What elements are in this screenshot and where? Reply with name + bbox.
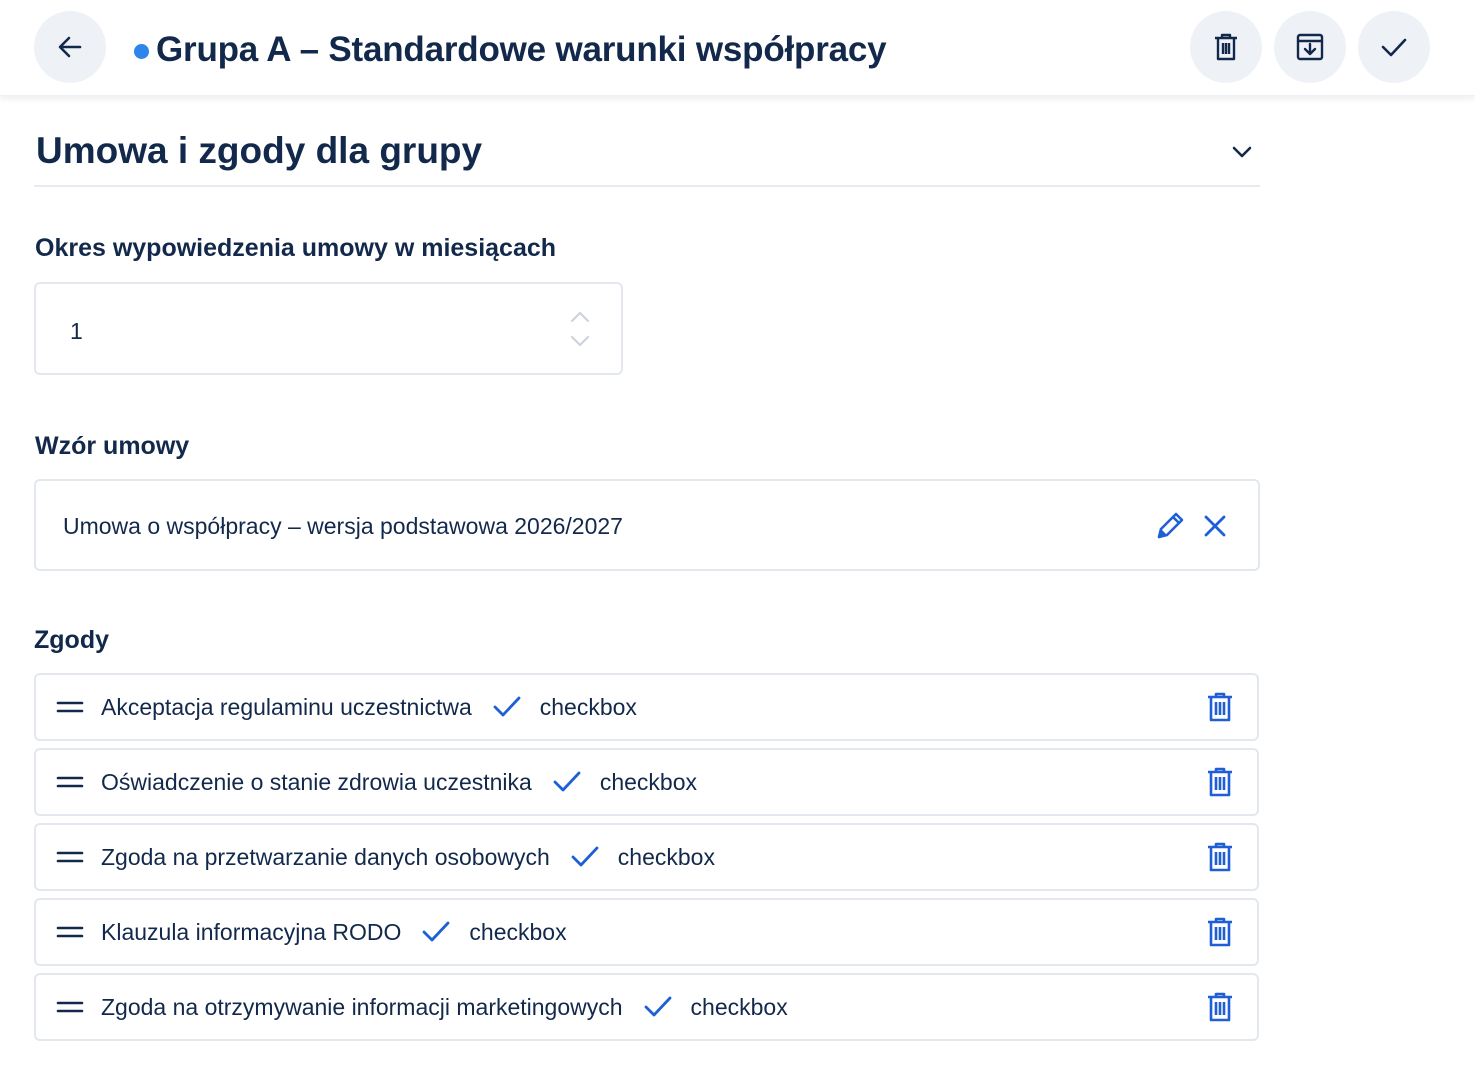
close-icon[interactable]: [1200, 511, 1230, 541]
consent-type: checkbox: [469, 918, 567, 945]
consent-content: Zgoda na otrzymywanie informacji marketi…: [101, 975, 788, 1039]
chevron-down-icon[interactable]: [1228, 138, 1256, 166]
consent-row[interactable]: Akceptacja regulaminu uczestnictwa check…: [34, 673, 1259, 741]
confirm-button[interactable]: [1358, 11, 1430, 83]
top-bar: Grupa A – Standardowe warunki współpracy: [0, 0, 1475, 96]
page-title-group: Grupa A – Standardowe warunki współpracy: [134, 28, 887, 72]
number-stepper[interactable]: [567, 308, 593, 350]
consent-row[interactable]: Zgoda na przetwarzanie danych osobowych …: [34, 823, 1259, 891]
drag-handle-icon[interactable]: [56, 997, 84, 1017]
back-button[interactable]: [34, 11, 106, 83]
consent-label: Zgoda na otrzymywanie informacji marketi…: [101, 993, 623, 1020]
consent-content: Klauzula informacyjna RODO checkbox: [101, 900, 567, 964]
consent-label: Zgoda na przetwarzanie danych osobowych: [101, 843, 550, 870]
check-icon: [493, 696, 521, 717]
check-icon: [553, 771, 581, 792]
stepper-up-icon: [570, 311, 590, 323]
stepper-down-icon: [570, 335, 590, 347]
contract-template-label: Wzór umowy: [35, 432, 190, 460]
pencil-icon[interactable]: [1153, 509, 1187, 543]
arrow-left-icon: [58, 36, 82, 58]
section-header[interactable]: Umowa i zgody dla grupy: [34, 120, 1260, 187]
drag-handle-icon[interactable]: [56, 922, 84, 942]
delete-button[interactable]: [1190, 11, 1262, 83]
contract-template-field[interactable]: Umowa o współpracy – wersja podstawowa 2…: [34, 479, 1260, 571]
page-title: Grupa A – Standardowe warunki współpracy: [156, 30, 887, 69]
check-icon: [1381, 38, 1407, 57]
drag-handle-icon[interactable]: [56, 772, 84, 792]
consent-content: Akceptacja regulaminu uczestnictwa check…: [101, 675, 637, 739]
consent-label: Klauzula informacyjna RODO: [101, 918, 402, 945]
consent-row[interactable]: Zgoda na otrzymywanie informacji marketi…: [34, 973, 1259, 1041]
archive-download-icon: [1296, 33, 1324, 61]
consent-type: checkbox: [599, 768, 697, 795]
archive-button[interactable]: [1274, 11, 1346, 83]
contract-template-value: Umowa o współpracy – wersja podstawowa 2…: [63, 513, 623, 539]
consent-content: Zgoda na przetwarzanie danych osobowych …: [101, 825, 715, 889]
notice-period-field[interactable]: [34, 282, 623, 375]
drag-handle-icon[interactable]: [56, 697, 84, 717]
section-title: Umowa i zgody dla grupy: [36, 130, 483, 171]
trash-icon[interactable]: [1205, 916, 1235, 948]
check-icon: [644, 996, 671, 1017]
consent-content: Oświadczenie o stanie zdrowia uczestnika…: [101, 750, 697, 814]
consents-label: Zgody: [34, 626, 109, 654]
consent-label: Oświadczenie o stanie zdrowia uczestnika: [101, 768, 532, 795]
consent-row[interactable]: Oświadczenie o stanie zdrowia uczestnika…: [34, 748, 1259, 816]
consent-label: Akceptacja regulaminu uczestnictwa: [101, 693, 472, 720]
check-icon: [423, 921, 450, 942]
notice-period-input[interactable]: [70, 314, 550, 348]
trash-icon: [1215, 33, 1237, 61]
trash-icon[interactable]: [1205, 691, 1235, 723]
trash-icon[interactable]: [1205, 841, 1235, 873]
trash-icon[interactable]: [1205, 766, 1235, 798]
consent-type: checkbox: [539, 693, 637, 720]
drag-handle-icon[interactable]: [56, 847, 84, 867]
consent-type: checkbox: [617, 843, 715, 870]
consent-type: checkbox: [690, 993, 788, 1020]
check-icon: [571, 846, 599, 867]
consent-row[interactable]: Klauzula informacyjna RODO checkbox: [34, 898, 1259, 966]
trash-icon[interactable]: [1205, 991, 1235, 1023]
status-dot: [134, 43, 149, 59]
notice-period-label: Okres wypowiedzenia umowy w miesiącach: [35, 234, 557, 262]
